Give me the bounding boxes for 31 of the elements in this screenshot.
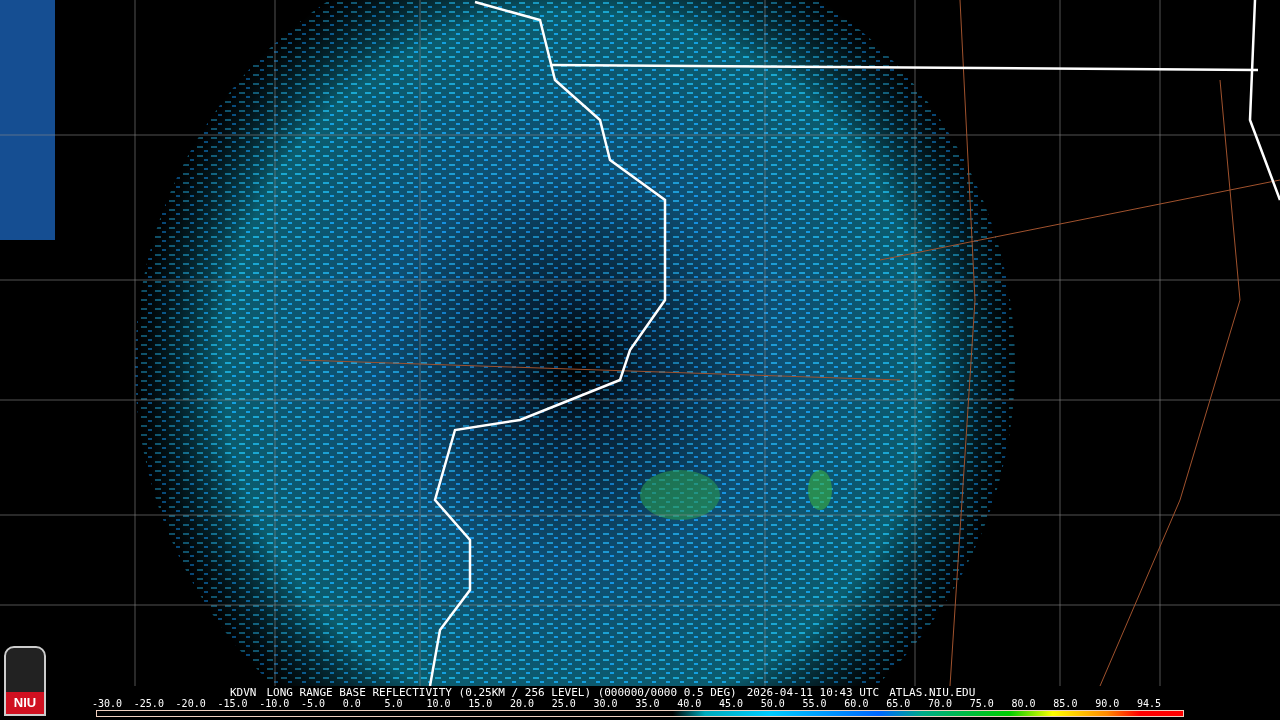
scale-label: -15.0: [217, 698, 249, 710]
scale-label: 90.0: [1095, 698, 1121, 710]
scale-label: 94.5: [1136, 698, 1162, 710]
scale-label: 40.0: [677, 698, 703, 710]
scale-label: -10.0: [259, 698, 291, 710]
scale-label: 70.0: [927, 698, 954, 710]
scale-label: 80.0: [1011, 698, 1037, 710]
scale-label: 15.0: [468, 698, 494, 710]
scale-label: 50.0: [760, 698, 786, 710]
scale-label: 0.0: [342, 698, 362, 710]
source-label: ATLAS.NIU.EDU: [889, 686, 976, 699]
scale-label: -5.0: [301, 698, 327, 710]
scale-label: 25.0: [551, 698, 577, 710]
scale-label: 55.0: [802, 698, 828, 710]
scale-label: 35.0: [635, 698, 661, 710]
scale-label: -25.0: [133, 698, 165, 710]
timestamp-label: 2026-04-11 10:43 UTC: [746, 686, 880, 699]
scale-label: -30.0: [92, 698, 124, 710]
logo-text: NIU: [6, 692, 44, 714]
scale-label: 30.0: [593, 698, 619, 710]
scale-label: 65.0: [886, 698, 912, 710]
scale-label: 85.0: [1053, 698, 1079, 710]
product-label: LONG RANGE BASE REFLECTIVITY (0.25KM / 256 LEVEL) (000000/0000 0.5 DEG): [266, 686, 737, 699]
scale-label: 10.0: [426, 698, 452, 710]
scale-label: 20.0: [509, 698, 536, 710]
scale-label: 75.0: [969, 698, 995, 710]
scale-label: 60.0: [844, 698, 870, 710]
scale-label: 5.0: [384, 698, 404, 710]
scale-label: 45.0: [718, 698, 745, 710]
station-label: KDVN: [230, 686, 257, 699]
scale-label: -20.0: [175, 698, 207, 710]
